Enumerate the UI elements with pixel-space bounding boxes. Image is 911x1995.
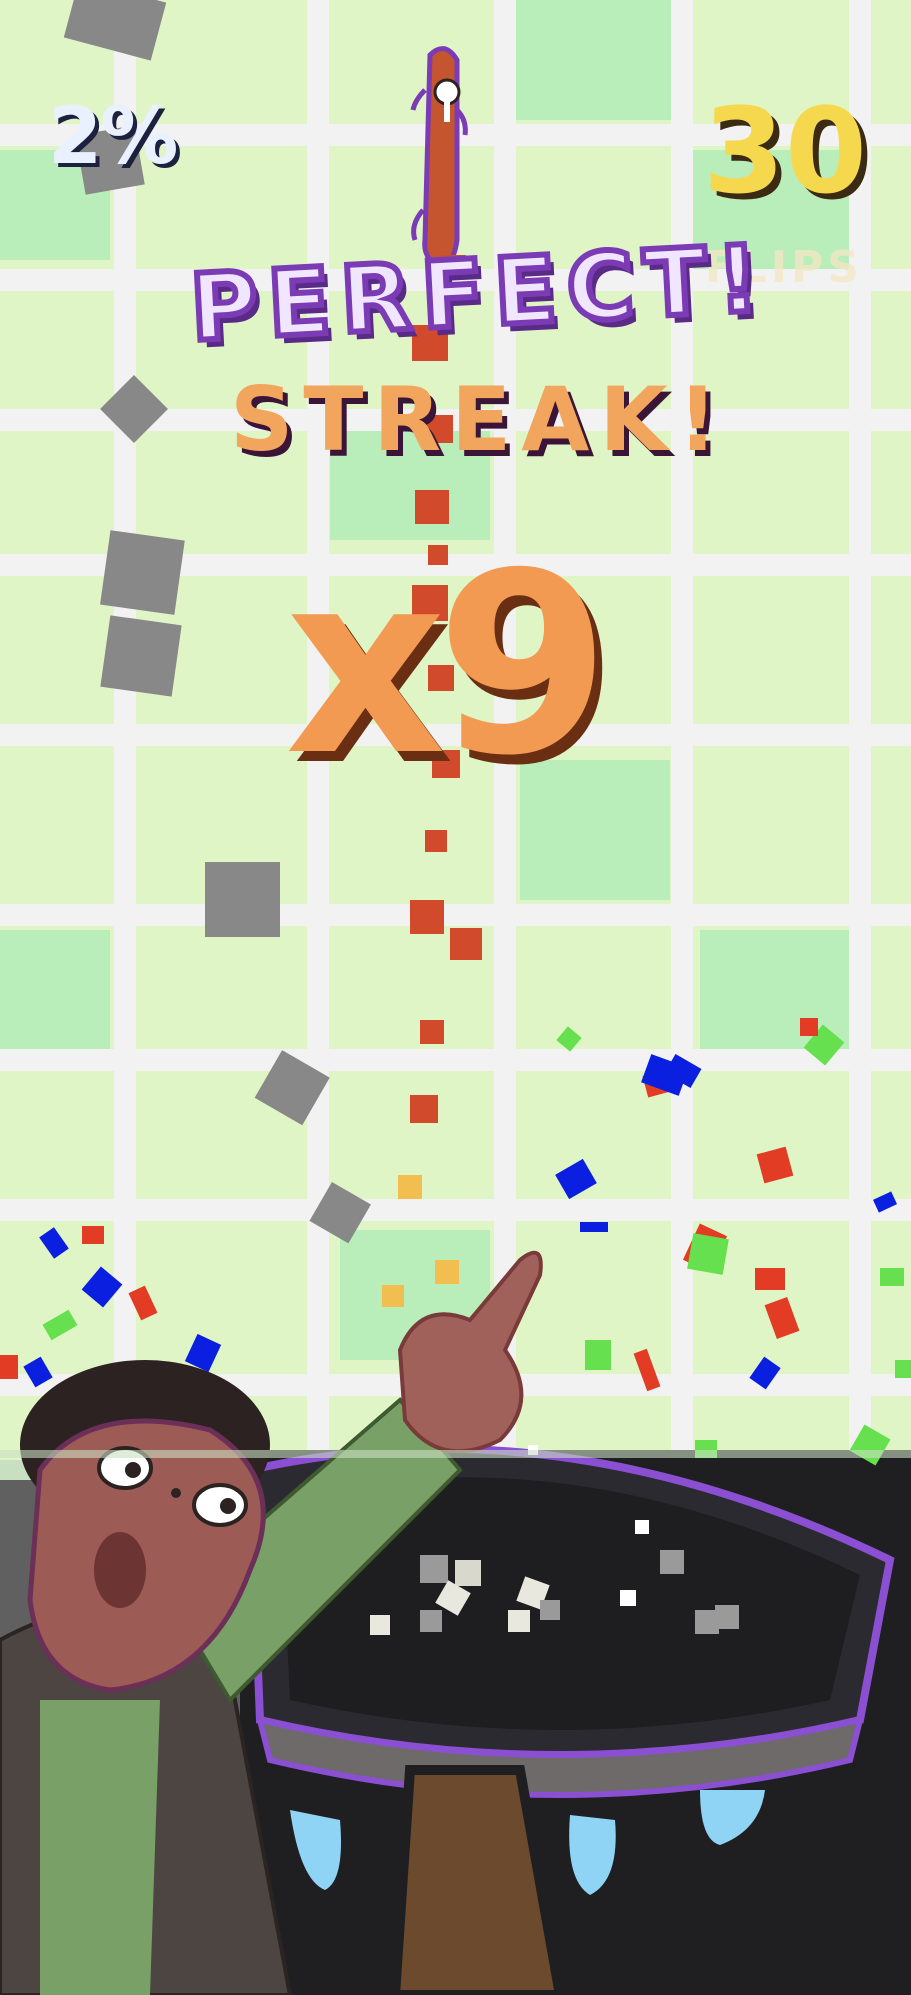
streak-multiplier: x9 <box>285 519 610 810</box>
streak-banner: STREAK! <box>230 368 728 471</box>
flip-counter: 30 <box>702 82 867 220</box>
game-stage[interactable]: 2% 30 FLIPS PERFECT! STREAK! x9 <box>0 0 911 1995</box>
progress-percent: 2% <box>48 92 178 182</box>
